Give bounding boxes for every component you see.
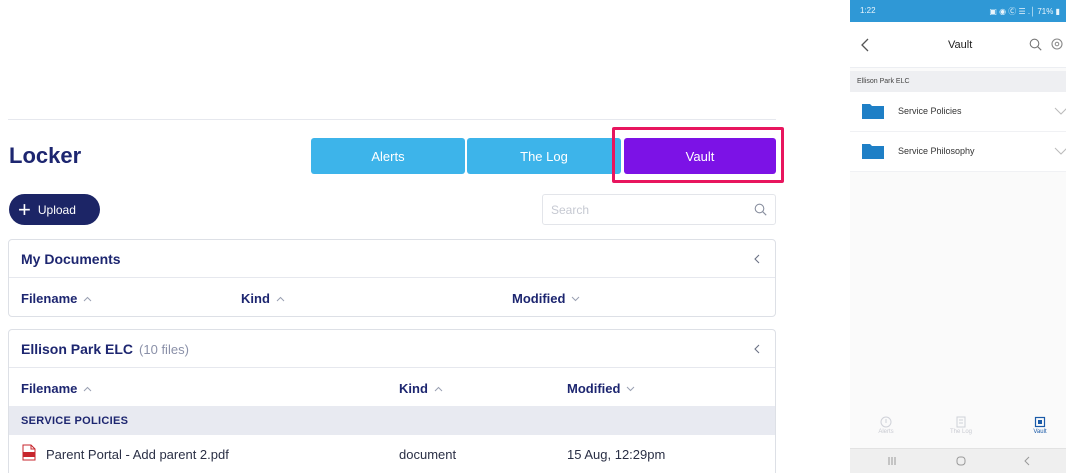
- chevron-left-icon[interactable]: [753, 344, 761, 354]
- folder-label: Service Philosophy: [898, 146, 975, 156]
- settings-icon[interactable]: [1050, 37, 1064, 51]
- tab-the-log[interactable]: The Log: [467, 138, 621, 174]
- file-count: (10 files): [139, 342, 189, 357]
- upload-label: Upload: [37, 202, 76, 217]
- plus-icon: +: [18, 196, 31, 222]
- nav-vault[interactable]: Vault: [1020, 416, 1060, 435]
- tab-alerts[interactable]: Alerts: [311, 138, 465, 174]
- system-navigation-bar: [850, 448, 1066, 473]
- section-label: SERVICE POLICIES: [21, 415, 129, 427]
- section-label: Ellison Park ELC: [850, 71, 1066, 92]
- sort-down-icon: [572, 296, 580, 301]
- search-icon[interactable]: [754, 203, 767, 216]
- sort-down-icon: [627, 386, 635, 391]
- app-bar: Vault: [850, 22, 1066, 68]
- sort-up-icon: [84, 386, 92, 391]
- nav-the-log[interactable]: The Log: [941, 416, 981, 435]
- card-title: Ellison Park ELC (10 files): [21, 341, 189, 357]
- folder-icon: [862, 144, 884, 159]
- column-modified[interactable]: Modified: [512, 291, 580, 306]
- my-documents-header[interactable]: My Documents: [9, 240, 775, 278]
- file-kind: document: [399, 447, 457, 462]
- home-icon[interactable]: [954, 455, 968, 467]
- back-icon[interactable]: [1020, 455, 1034, 467]
- table-row[interactable]: Parent Portal - Add parent 2.pdf documen…: [9, 435, 775, 473]
- column-filename[interactable]: Filename: [21, 291, 92, 306]
- column-modified[interactable]: Modified: [567, 381, 635, 396]
- column-kind[interactable]: Kind: [399, 381, 443, 396]
- folder-row-service-philosophy[interactable]: Service Philosophy: [850, 132, 1066, 172]
- search-input[interactable]: [543, 195, 775, 224]
- desktop-locker-panel: Locker Alerts The Log Vault + Upload My …: [0, 0, 790, 473]
- page-title: Locker: [9, 143, 82, 168]
- ellison-park-header[interactable]: Ellison Park ELC (10 files): [9, 330, 775, 368]
- tab-vault[interactable]: Vault: [624, 138, 776, 174]
- status-icons: ▣ ◉ Ⓒ ☰ .│ 71% ▮: [989, 7, 1060, 16]
- card-title: My Documents: [21, 251, 121, 267]
- bottom-nav: Alerts The Log Vault: [850, 412, 1066, 448]
- section-row: SERVICE POLICIES: [9, 406, 775, 435]
- pdf-file-icon: [22, 444, 36, 461]
- file-name[interactable]: Parent Portal - Add parent 2.pdf: [46, 447, 229, 462]
- folder-row-service-policies[interactable]: Service Policies: [850, 92, 1066, 132]
- back-arrow-icon[interactable]: [860, 38, 870, 52]
- upload-button[interactable]: + Upload: [9, 194, 100, 225]
- my-documents-card: My Documents Filename Kind Modified: [8, 239, 776, 317]
- mobile-vault-panel: 1:22 ▣ ◉ Ⓒ ☰ .│ 71% ▮ Vault Ellison Park…: [850, 0, 1066, 473]
- chevron-left-icon[interactable]: [753, 254, 761, 264]
- app-title: Vault: [948, 39, 973, 51]
- sort-up-icon: [434, 386, 443, 391]
- log-icon: [956, 416, 966, 428]
- divider: [8, 119, 776, 120]
- alerts-icon: [880, 416, 892, 428]
- column-kind[interactable]: Kind: [241, 291, 285, 306]
- folder-icon: [862, 104, 884, 119]
- sort-up-icon: [84, 296, 92, 301]
- status-time: 1:22: [860, 6, 876, 15]
- chevron-down-icon[interactable]: [1054, 107, 1066, 115]
- ellison-park-card: Ellison Park ELC (10 files) Filename Kind…: [8, 329, 776, 473]
- vault-icon: [1034, 416, 1046, 428]
- folder-label: Service Policies: [898, 106, 962, 116]
- chevron-down-icon[interactable]: [1054, 147, 1066, 155]
- sort-up-icon: [276, 296, 285, 301]
- search-icon[interactable]: [1029, 38, 1042, 51]
- nav-alerts[interactable]: Alerts: [866, 416, 906, 435]
- status-bar: 1:22 ▣ ◉ Ⓒ ☰ .│ 71% ▮: [850, 0, 1066, 22]
- file-modified: 15 Aug, 12:29pm: [567, 447, 666, 462]
- column-filename[interactable]: Filename: [21, 381, 92, 396]
- recent-apps-icon[interactable]: [885, 455, 899, 467]
- search-box: [542, 194, 776, 225]
